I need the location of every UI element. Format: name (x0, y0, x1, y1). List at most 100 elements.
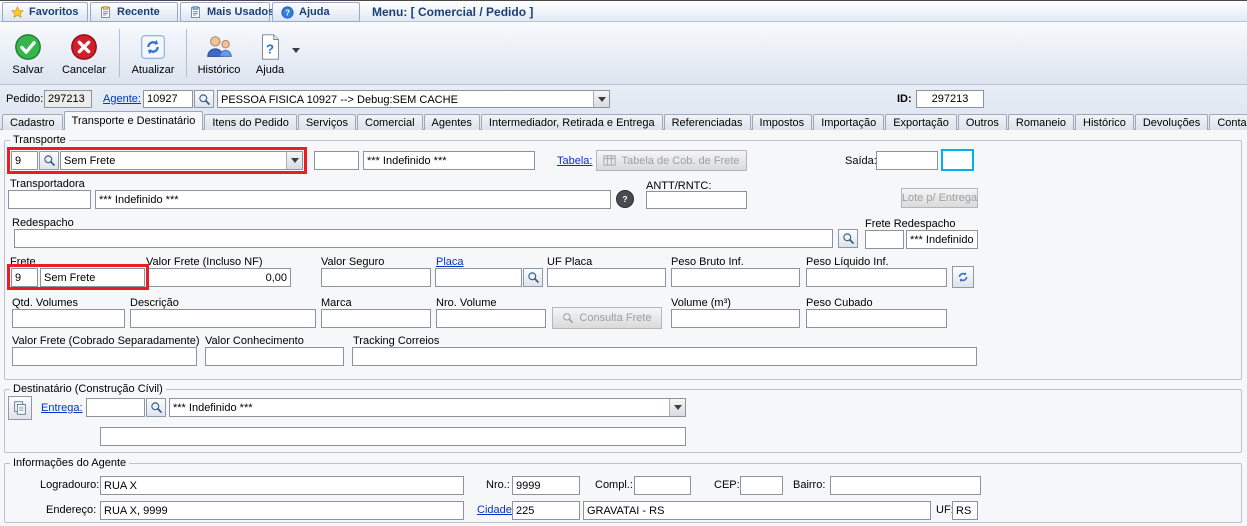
tab-cadastro[interactable]: Cadastro (2, 114, 63, 130)
svg-text:?: ? (285, 8, 290, 17)
frete-redespacho-code-field[interactable] (865, 230, 904, 249)
volume-m3-field[interactable] (671, 309, 800, 328)
save-check-icon (13, 32, 43, 62)
peso-liquido-field[interactable] (806, 268, 947, 287)
valor-frete-field[interactable] (148, 268, 291, 287)
tab-intermediador-retirada-entrega[interactable]: Intermediador, Retirada e Entrega (480, 114, 663, 130)
tab-referenciadas[interactable]: Referenciadas (663, 114, 751, 130)
history-button[interactable]: Histórico (194, 25, 244, 82)
peso-bruto-field[interactable] (671, 268, 800, 287)
cep-field[interactable] (740, 476, 783, 495)
tab-exportacao[interactable]: Exportação (885, 114, 957, 130)
tabela-cob-frete-button[interactable]: Tabela de Cob. de Frete (596, 150, 747, 171)
placa-field[interactable] (435, 268, 522, 287)
endereco-field[interactable] (100, 501, 464, 520)
star-icon (11, 5, 24, 19)
tab-historico[interactable]: Histórico (1075, 114, 1134, 130)
consulta-frete-button[interactable]: Consulta Frete (552, 307, 662, 329)
tabela-nome-field[interactable] (363, 151, 535, 170)
save-button[interactable]: Salvar (6, 25, 50, 82)
tab-impostos[interactable]: Impostos (751, 114, 813, 130)
entrega-link[interactable]: Entrega: (41, 402, 83, 415)
help-doc-icon: ? (255, 32, 285, 62)
agente-link[interactable]: Agente: (103, 93, 141, 106)
cidade-code-field[interactable] (512, 501, 580, 520)
top-tab-mais-usados[interactable]: Mais Usados (180, 2, 274, 22)
compl-label: Compl.: (595, 479, 633, 491)
tab-servicos[interactable]: Serviços (297, 114, 356, 130)
frete-code-field[interactable] (11, 268, 38, 287)
antt-field[interactable] (646, 191, 747, 209)
descricao-field[interactable] (130, 309, 316, 328)
help-button[interactable]: ? Ajuda (250, 25, 290, 82)
transportadora-nome-field[interactable] (95, 190, 611, 209)
nro-volume-field[interactable] (436, 309, 546, 328)
redespacho-search-button[interactable] (838, 229, 858, 248)
entrega-endereco-field[interactable] (100, 427, 686, 446)
help-dropdown-arrow[interactable] (292, 48, 300, 53)
uf-placa-field[interactable] (547, 268, 666, 287)
save-button-label: Salvar (12, 63, 44, 76)
tab-itens-pedido[interactable]: Itens do Pedido (204, 114, 297, 130)
transportadora-help-button[interactable]: ? (616, 190, 634, 208)
frete-nome-field[interactable] (40, 268, 145, 287)
entrega-search-button[interactable] (146, 398, 166, 417)
logradouro-label: Logradouro: (40, 479, 100, 491)
redespacho-field[interactable] (14, 229, 833, 248)
saida-hora-field-focused[interactable] (941, 149, 974, 171)
cancel-button[interactable]: Cancelar (58, 25, 110, 82)
tab-devolucoes[interactable]: Devoluções (1134, 114, 1209, 130)
transportadora-code-field[interactable] (8, 190, 91, 209)
valor-conhecimento-field[interactable] (205, 347, 344, 366)
marca-field[interactable] (321, 309, 431, 328)
frete-tipo-search-button[interactable] (39, 151, 59, 170)
uf-field[interactable] (952, 501, 978, 520)
top-tab-recente[interactable]: Recente (90, 2, 178, 22)
valor-seguro-field[interactable] (321, 268, 431, 287)
tabela-link[interactable]: Tabela: (557, 155, 592, 168)
top-tab-favoritos[interactable]: Favoritos (2, 2, 88, 22)
question-icon: ? (618, 192, 632, 206)
tabela-code-field[interactable] (314, 151, 359, 170)
cidade-link[interactable]: Cidade: (477, 504, 515, 517)
refresh-button[interactable]: Atualizar (128, 25, 178, 82)
logradouro-field[interactable] (100, 476, 464, 495)
entrega-code-field[interactable] (86, 398, 145, 417)
tab-agentes[interactable]: Agentes (423, 114, 480, 130)
compl-field[interactable] (634, 476, 691, 495)
nro-field[interactable] (512, 476, 580, 495)
tracking-correios-field[interactable] (352, 347, 977, 366)
tab-transporte-destinatario[interactable]: Transporte e Destinatário (63, 111, 204, 130)
tab-importacao[interactable]: Importação (813, 114, 885, 130)
saida-field[interactable] (876, 151, 938, 170)
bairro-field[interactable] (830, 476, 981, 495)
chevron-down-icon (669, 399, 685, 416)
entrega-combo[interactable]: *** Indefinido *** (169, 398, 686, 417)
pedido-field[interactable] (44, 90, 92, 108)
top-tab-ajuda[interactable]: ? Ajuda (272, 2, 360, 22)
valor-frete-separado-field[interactable] (12, 347, 197, 366)
frete-tipo-combo[interactable]: Sem Frete (60, 151, 303, 170)
top-tab-mais-usados-label: Mais Usados (207, 6, 275, 18)
search-icon (43, 154, 56, 167)
frete-tipo-code-field[interactable] (11, 151, 38, 170)
tab-contas[interactable]: Contas (1209, 114, 1247, 130)
qtd-volumes-field[interactable] (12, 309, 125, 328)
tab-outros[interactable]: Outros (957, 114, 1007, 130)
id-field[interactable] (916, 90, 984, 108)
top-tab-recente-label: Recente (117, 6, 160, 18)
placa-search-button[interactable] (523, 268, 543, 287)
peso-cubado-field[interactable] (806, 309, 947, 328)
agente-combo[interactable]: PESSOA FISICA 10927 --> Debug:SEM CACHE (217, 90, 610, 108)
peso-refresh-button[interactable] (952, 266, 974, 288)
copy-address-button[interactable] (8, 396, 32, 420)
cidade-nome-field[interactable] (583, 501, 931, 520)
menu-breadcrumb: Menu: [ Comercial / Pedido ] (372, 5, 534, 19)
tab-comercial[interactable]: Comercial (357, 114, 423, 130)
tab-romaneio[interactable]: Romaneio (1007, 114, 1075, 130)
lote-entrega-button[interactable]: Lote p/ Entrega (901, 188, 978, 208)
frete-redespacho-nome-field[interactable] (906, 230, 978, 249)
agente-search-button[interactable] (194, 90, 214, 108)
agente-code-field[interactable] (143, 90, 193, 108)
lote-entrega-label: Lote p/ Entrega (901, 192, 978, 204)
